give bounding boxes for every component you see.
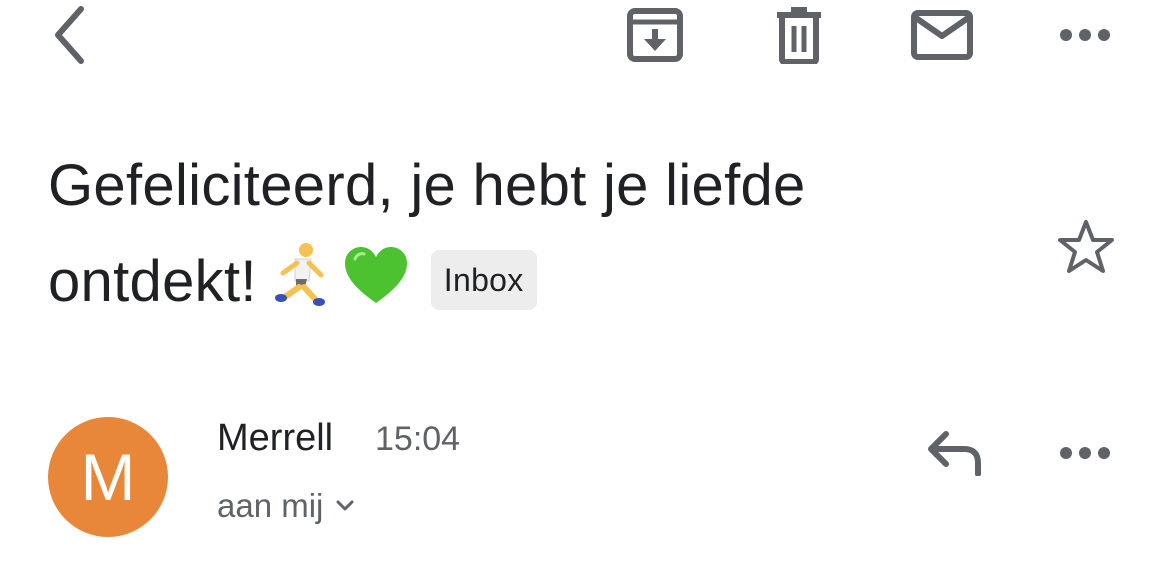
archive-icon [626,7,684,63]
delete-button[interactable] [766,2,832,68]
sender-name: Merrell [217,417,334,459]
trash-icon [775,6,823,64]
back-button[interactable] [36,0,100,70]
more-horizontal-icon [1059,446,1111,460]
inbox-label-badge[interactable]: Inbox [430,250,537,310]
green-heart-emoji [343,245,409,307]
reply-button[interactable] [920,420,990,486]
reply-icon [926,430,984,476]
envelope-icon [911,10,973,60]
avatar-letter: M [80,440,136,514]
star-outline-icon [1056,218,1116,276]
email-subject: Gefeliciteerd, je hebt je liefde ontdekt… [48,138,1028,330]
archive-button[interactable] [620,2,690,68]
message-time: 15:04 [375,420,461,458]
more-options-button[interactable] [1052,10,1118,60]
more-horizontal-icon [1059,28,1111,42]
chevron-down-icon [335,499,355,513]
mark-unread-button[interactable] [904,2,980,68]
message-more-options-button[interactable] [1052,428,1118,478]
recipient-text: aan mij [217,487,324,524]
recipient-toggle[interactable]: aan mij [217,482,355,530]
person-running-emoji [271,241,333,307]
sender-avatar[interactable]: M [48,417,168,537]
star-button[interactable] [1050,212,1122,282]
chevron-left-icon [48,3,88,67]
subject-text: Gefeliciteerd, je hebt je liefde ontdekt… [48,153,806,314]
